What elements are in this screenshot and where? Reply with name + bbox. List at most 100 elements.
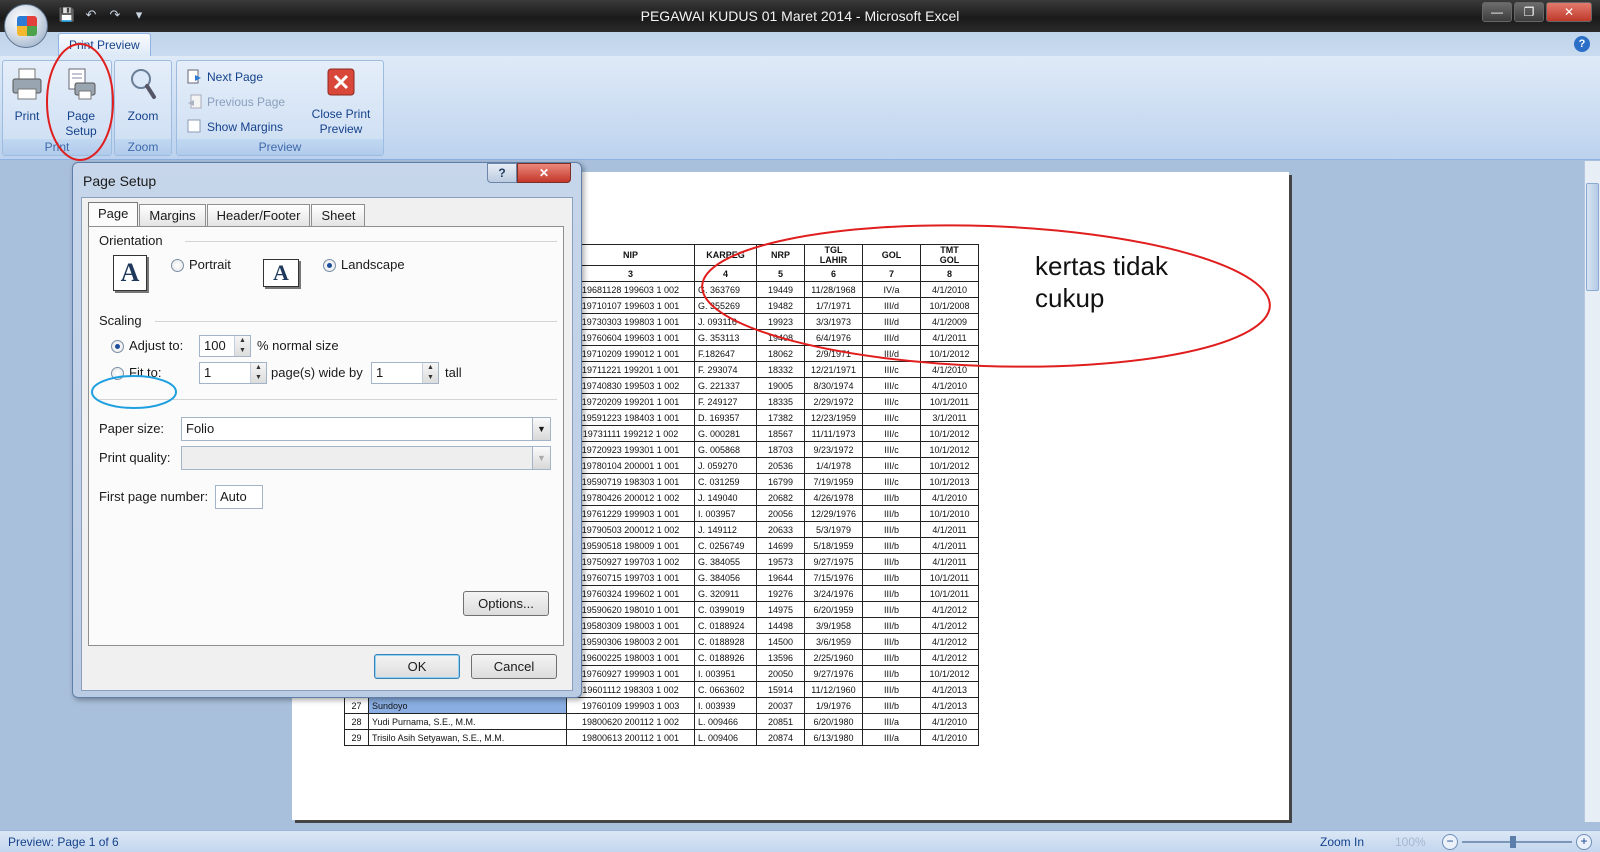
zoom-out-icon[interactable]: − xyxy=(1442,834,1458,850)
cell-karpeg: J. 093116 xyxy=(694,313,757,330)
cell-karpeg: G. 000281 xyxy=(694,425,757,442)
adjust-to-label[interactable]: Adjust to: xyxy=(129,338,183,353)
status-text: Preview: Page 1 of 6 xyxy=(8,835,119,849)
options-button[interactable]: Options... xyxy=(463,591,549,616)
col-number: 8 xyxy=(920,265,979,282)
dialog-body: Page Margins Header/Footer Sheet Orienta… xyxy=(81,197,573,691)
cancel-button[interactable]: Cancel xyxy=(471,654,557,679)
spinner-arrows-icon[interactable]: ▲ ▼ xyxy=(234,336,250,356)
zoom-slider[interactable]: − + xyxy=(1442,834,1592,850)
fit-to-label[interactable]: Fit to: xyxy=(129,365,162,380)
orientation-label: Orientation xyxy=(99,233,163,248)
cell-karpeg: F. 249127 xyxy=(694,393,757,410)
paper-size-select[interactable]: Folio ▼ xyxy=(181,417,551,441)
vertical-scrollbar[interactable] xyxy=(1584,161,1600,822)
adjust-to-spinner[interactable]: 100 ▲ ▼ xyxy=(199,335,251,357)
zoom-in-icon[interactable]: + xyxy=(1576,834,1592,850)
col-number: 3 xyxy=(566,265,695,282)
cell-gol: III/a xyxy=(862,713,921,730)
header-tgl-lahir: TGL LAHIR xyxy=(804,244,863,266)
next-page-label: Next Page xyxy=(207,70,264,84)
page-tab-panel: Orientation A Portrait A Landscape Scali… xyxy=(88,226,564,646)
printer-icon xyxy=(12,68,42,100)
close-print-preview-button[interactable]: Close Print Preview xyxy=(305,67,377,137)
cell-nrp: 20050 xyxy=(756,665,805,682)
fit-tall-spinner[interactable]: 1 ▲ ▼ xyxy=(371,362,439,384)
zoom-button[interactable]: Zoom xyxy=(123,67,163,124)
adjust-to-radio[interactable] xyxy=(111,340,124,353)
cell-tmt: 10/1/2013 xyxy=(920,473,979,490)
print-quality-select[interactable]: ▼ xyxy=(181,446,551,470)
cell-nip: 19580309 198003 1 001 xyxy=(566,617,695,634)
title-bar: 💾 ↶ ↷ ▾ PEGAWAI KUDUS 01 Maret 2014 - Mi… xyxy=(0,0,1600,32)
first-page-number-field[interactable]: Auto xyxy=(215,485,263,509)
page-setup-button[interactable]: Page Setup xyxy=(57,67,105,139)
scrollbar-thumb[interactable] xyxy=(1586,183,1599,291)
cell-gol: III/a xyxy=(862,729,921,746)
tab-page[interactable]: Page xyxy=(88,202,139,226)
office-button[interactable] xyxy=(4,4,48,48)
cell-nip: 19711221 199201 1 001 xyxy=(566,361,695,378)
cell-gol: III/b xyxy=(862,505,921,522)
tab-sheet[interactable]: Sheet xyxy=(311,204,366,226)
maximize-button[interactable]: ❐ xyxy=(1514,2,1544,22)
cell-nip: 19740830 199503 1 002 xyxy=(566,377,695,394)
show-margins-label: Show Margins xyxy=(207,120,284,134)
cell-tgl: 6/20/1959 xyxy=(804,601,863,618)
help-icon[interactable]: ? xyxy=(1574,36,1590,52)
previous-page-button[interactable]: Previous Page xyxy=(185,92,285,112)
cell-gol: III/b xyxy=(862,553,921,570)
next-page-button[interactable]: Next Page xyxy=(185,67,263,87)
annotation-line-2: cukup xyxy=(1035,283,1105,313)
dialog-help-button[interactable]: ? xyxy=(487,163,517,183)
cell-nip: 19760324 199602 1 001 xyxy=(566,585,695,602)
cell-tgl: 6/13/1980 xyxy=(804,729,863,746)
spinner-arrows-icon[interactable]: ▲ ▼ xyxy=(250,363,266,383)
cell-tmt: 10/1/2012 xyxy=(920,665,979,682)
portrait-label[interactable]: Portrait xyxy=(189,257,231,272)
cell-gol: III/b xyxy=(862,617,921,634)
chevron-down-icon[interactable]: ▼ xyxy=(532,418,550,440)
fit-wide-spinner[interactable]: 1 ▲ ▼ xyxy=(199,362,267,384)
cell-tmt: 4/1/2013 xyxy=(920,681,979,698)
cell-nip: 19681128 199603 1 002 xyxy=(566,281,695,298)
cell-no: 27 xyxy=(344,697,369,714)
show-margins-checkbox[interactable]: Show Margins xyxy=(185,117,283,137)
print-button[interactable]: Print xyxy=(9,67,45,124)
cell-nip: 19750927 199703 1 002 xyxy=(566,553,695,570)
header-tmt: TMT xyxy=(940,245,959,255)
cell-nrp: 19482 xyxy=(756,297,805,314)
ribbon-tab-row: Print Preview ? xyxy=(0,32,1600,56)
col-number: 5 xyxy=(756,265,805,282)
tab-margins[interactable]: Margins xyxy=(139,204,206,226)
cell-nip: 19730303 199803 1 001 xyxy=(566,313,695,330)
cell-gol: III/b xyxy=(862,489,921,506)
cell-tmt: 4/1/2010 xyxy=(920,713,979,730)
cell-tmt: 4/1/2012 xyxy=(920,601,979,618)
cell-tmt: 10/1/2011 xyxy=(920,569,979,586)
cell-name: Yudi Purnama, S.E., M.M. xyxy=(368,713,567,730)
dialog-close-button[interactable]: ✕ xyxy=(517,163,571,183)
minimize-button[interactable]: — xyxy=(1482,2,1512,22)
ok-button[interactable]: OK xyxy=(374,654,460,679)
close-preview-icon xyxy=(327,68,355,96)
spinner-arrows-icon[interactable]: ▲ ▼ xyxy=(422,363,438,383)
cell-nip: 19780104 200001 1 001 xyxy=(566,457,695,474)
cell-tmt: 4/1/2010 xyxy=(920,729,979,746)
cell-nip: 19601112 198303 1 002 xyxy=(566,681,695,698)
zoom-in-label[interactable]: Zoom In xyxy=(1320,835,1364,849)
cell-karpeg: J. 059270 xyxy=(694,457,757,474)
cell-gol: III/b xyxy=(862,649,921,666)
fit-to-radio[interactable] xyxy=(111,367,124,380)
tab-print-preview[interactable]: Print Preview xyxy=(58,33,151,56)
close-window-button[interactable]: ✕ xyxy=(1546,2,1592,22)
landscape-label[interactable]: Landscape xyxy=(341,257,405,272)
tab-header-footer[interactable]: Header/Footer xyxy=(206,204,311,226)
zoom-slider-knob[interactable] xyxy=(1510,836,1516,848)
cell-gol: III/c xyxy=(862,361,921,378)
cell-karpeg: G. 005868 xyxy=(694,441,757,458)
portrait-radio[interactable] xyxy=(171,259,184,272)
landscape-radio[interactable] xyxy=(323,259,336,272)
cell-gol: IV/a xyxy=(862,281,921,298)
cell-gol: III/d xyxy=(862,345,921,362)
